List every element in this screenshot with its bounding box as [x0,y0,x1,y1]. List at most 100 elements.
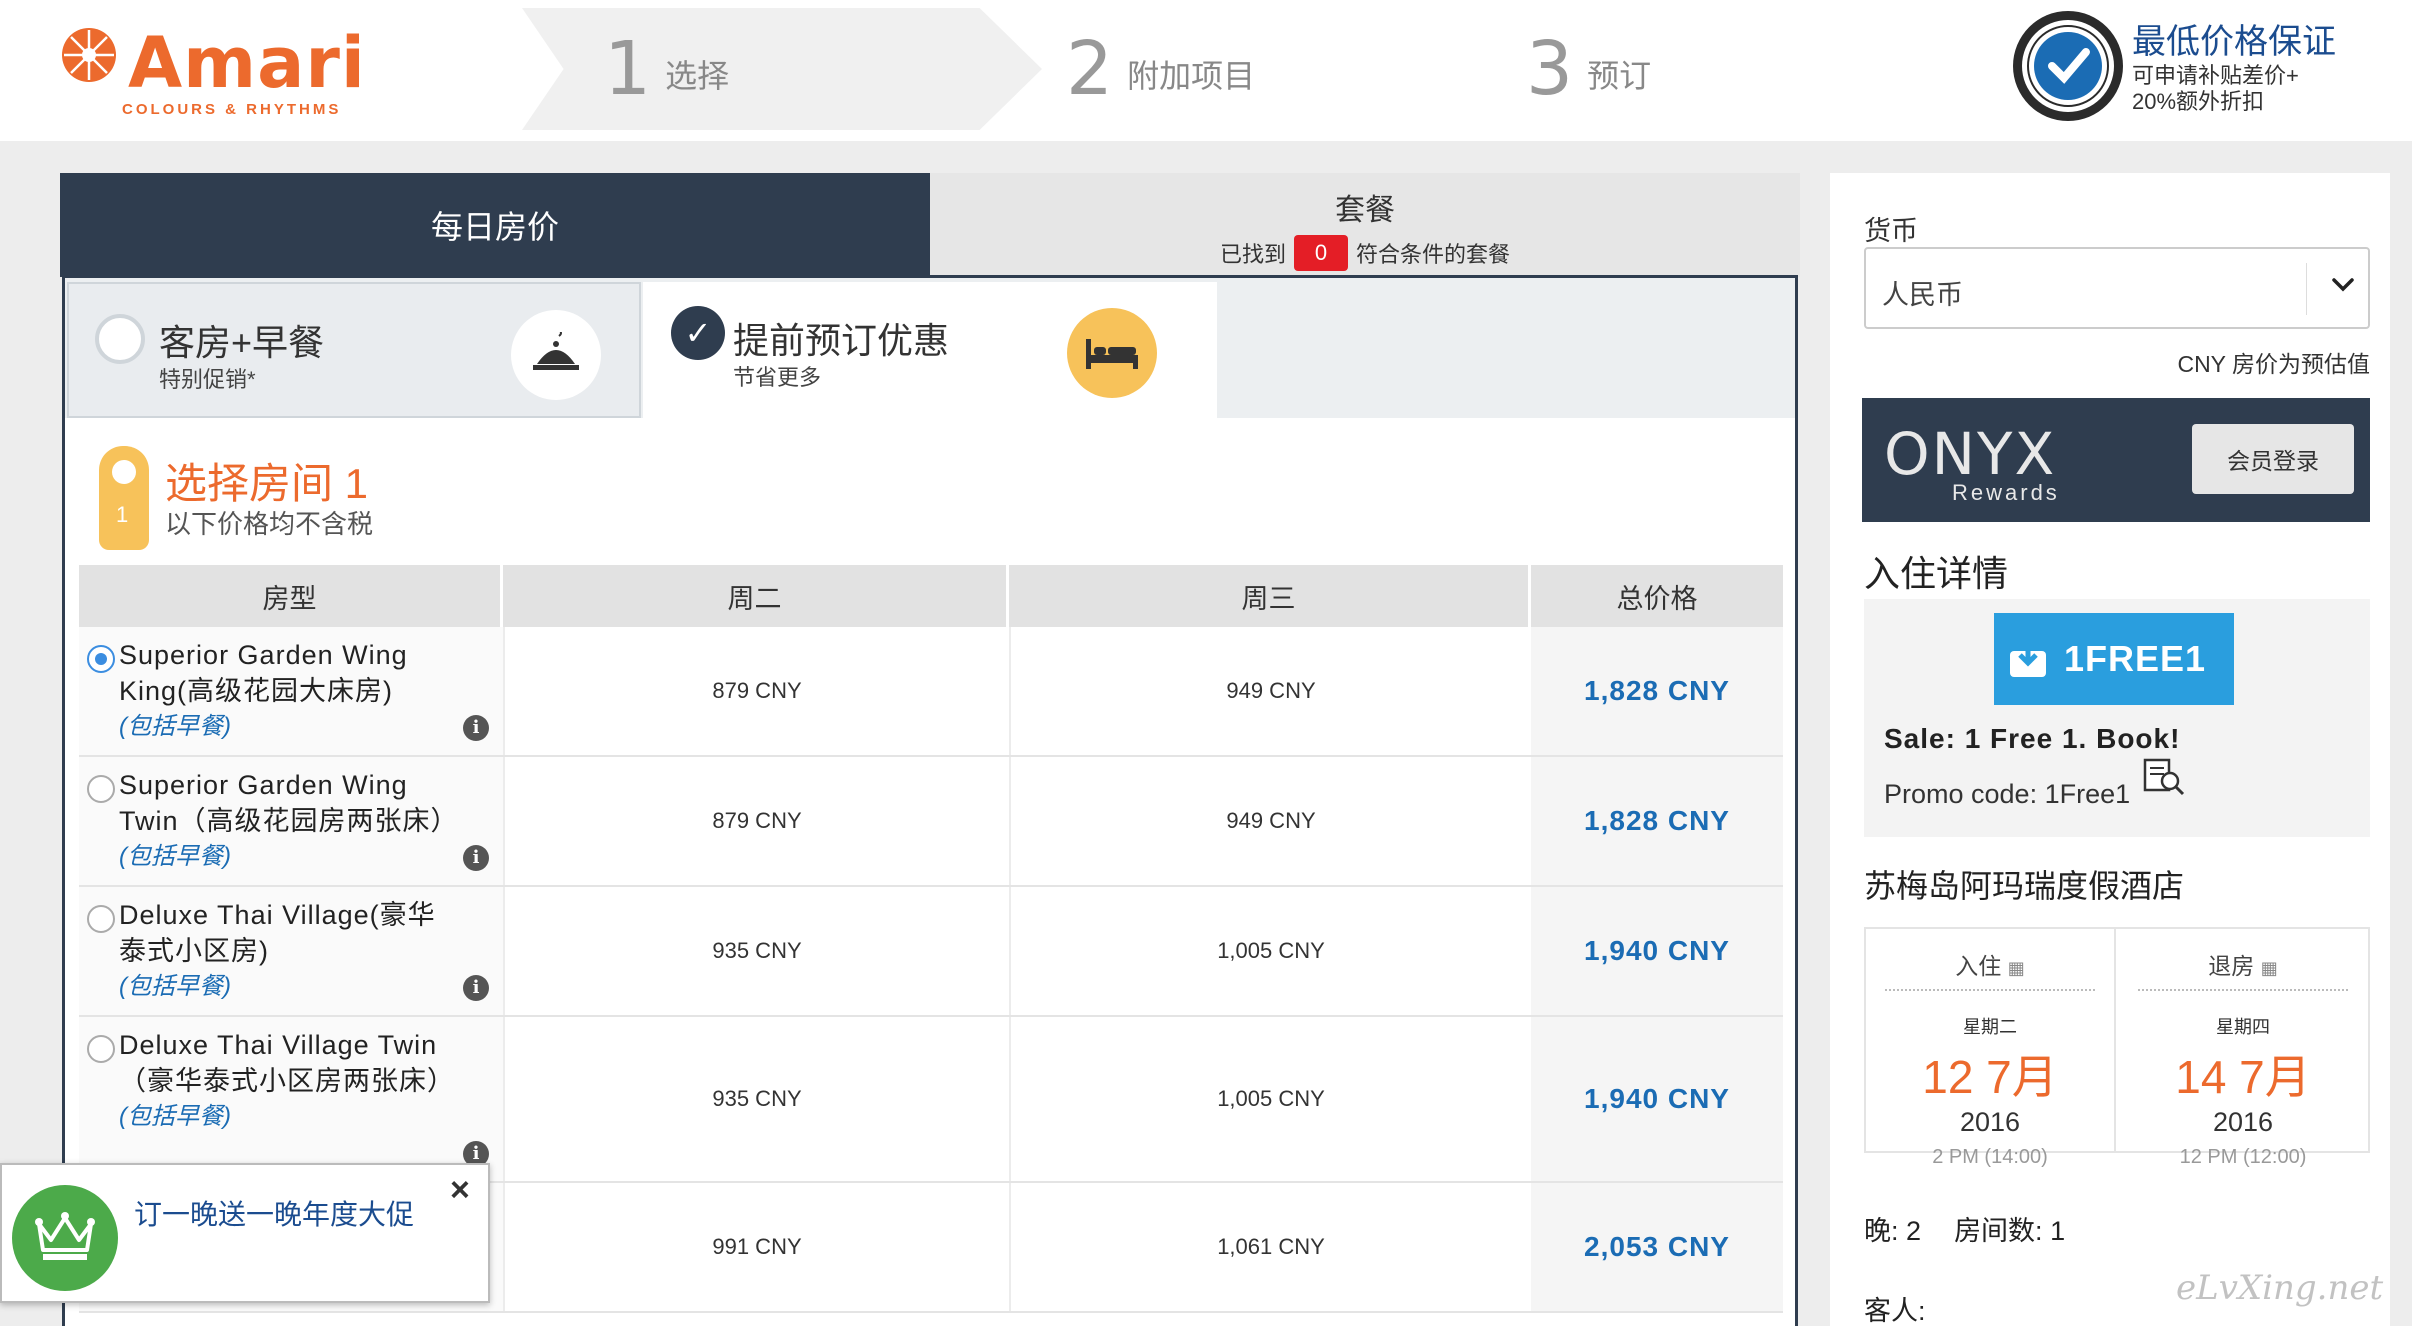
package-found-suffix: 符合条件的套餐 [1356,242,1511,267]
price-total[interactable]: 2,053 CNY [1531,1183,1783,1311]
hotel-name: 苏梅岛阿玛瑞度假酒店 [1864,868,2185,904]
table-row[interactable]: Superior Garden Wing Twin（高级花园房两张床） (包括早… [79,757,1783,887]
onyx-logo: ONYX [1884,420,2057,488]
best-rates-guaranteed-seal-icon [2013,11,2123,121]
price-tuesday: 879 CNY [503,627,1009,755]
guests-label: 客人: [1864,1296,1926,1326]
room-tag-number: 1 [116,502,129,527]
price-wednesday: 949 CNY [1009,757,1531,885]
info-icon[interactable]: i [463,845,489,871]
select-room-heading: 1 选择房间 1 以下价格均不含税 [99,438,699,558]
price-wednesday: 1,005 CNY [1009,887,1531,1015]
checkout-label: 退房 ▦ [2138,947,2348,991]
free-night-banner[interactable]: 1FREE1 [1994,613,2234,705]
rate-option-subtitle: 节省更多 [733,365,822,390]
promo-code-box: 1FREE1 Sale: 1 Free 1. Book! Promo code:… [1864,599,2370,837]
member-login-button[interactable]: 会员登录 [2192,424,2354,494]
room-name-text: Deluxe Thai Village(豪华泰式小区房) [119,900,436,966]
checkin-time: 2 PM (14:00) [1932,1146,2048,1168]
stay-details-title: 入住详情 [1864,553,2009,594]
price-total[interactable]: 1,828 CNY [1531,627,1783,755]
checkmark-icon: ✓ [671,306,725,360]
currency-value: 人民币 [1882,280,1963,310]
room-radio[interactable] [87,775,115,803]
best-rate-guarantee[interactable]: 最低价格保证 可申请补贴差价+ 20%额外折扣 [2006,8,2386,128]
column-header-total: 总价格 [1616,583,1698,614]
room-tag-icon: 1 [99,446,149,550]
room-name-text: Superior Garden Wing King(高级花园大床房) [119,640,408,706]
currency-note: CNY 房价为预估值 [2177,351,2370,377]
room-name: Superior Garden Wing Twin（高级花园房两张床） (包括早… [119,767,459,875]
meal-note: (包括早餐) [119,973,231,1000]
table-row[interactable]: Superior Garden Wing King(高级花园大床房) (包括早餐… [79,627,1783,757]
tab-packages-title: 套餐 [1335,194,1395,227]
currency-select[interactable]: 人民币 [1864,247,2370,329]
table-row[interactable]: Deluxe Thai Village(豪华泰式小区房) (包括早餐) i 93… [79,887,1783,1017]
download-gift-icon [2010,641,2046,677]
price-tuesday: 935 CNY [503,887,1009,1015]
rate-option-tabs: 客房+早餐 特别促销* ✓ 提前预订优惠 节省更多 [65,278,1795,418]
checkout-year: 2016 [2212,1107,2274,1137]
document-search-icon[interactable] [2142,757,2186,797]
onyx-rewards-label: Rewards [1952,480,2060,505]
checkout-day: 14 7月 [2175,1051,2311,1103]
rooms-count: 房间数: 1 [1954,1216,2066,1246]
step-label: 预订 [1587,58,1652,94]
free-banner-text: 1FREE1 [2064,638,2207,679]
price-total[interactable]: 1,940 CNY [1531,887,1783,1015]
amari-logo[interactable]: Amari COLOURS & RHYTHMS [58,18,378,123]
checkout-weekday: 星期四 [2216,1017,2270,1037]
crown-icon [12,1185,118,1291]
promo-code-text: Promo code: 1Free1 [1884,779,2131,809]
rate-type-tabs: 每日房价 套餐 已找到 0 符合条件的套餐 [60,173,1800,277]
package-count-line: 已找到 0 符合条件的套餐 [930,235,1800,271]
room-cell: Superior Garden Wing Twin（高级花园房两张床） (包括早… [79,757,503,885]
nights-count: 晚: 2 [1864,1216,1922,1246]
close-icon[interactable]: × [450,1171,470,1210]
price-wednesday: 1,005 CNY [1009,1017,1531,1181]
rate-option-room-breakfast[interactable]: 客房+早餐 特别促销* [67,282,641,418]
checkin-day: 12 7月 [1922,1051,2058,1103]
room-radio-selected[interactable] [87,645,115,673]
checkin-date[interactable]: 入住 ▦ 星期二 12 7月 2016 2 PM (14:00) [1866,929,2116,1168]
step-book: 3 预订 [1526,8,1651,130]
promo-popup[interactable]: 订一晚送一晚年度大促 × [0,1163,490,1303]
tab-daily-rates[interactable]: 每日房价 [60,173,930,277]
checkout-date[interactable]: 退房 ▦ 星期四 14 7月 2016 12 PM (12:00) [2118,929,2368,1168]
room-name-text: Deluxe Thai Village Twin（豪华泰式小区房两张床） [119,1030,455,1096]
step-number: 2 [1066,26,1114,112]
tax-note: 以下价格均不含税 [165,509,374,539]
select-divider [2306,263,2307,315]
step-extras: 2 附加项目 [1066,8,1255,130]
currency-label: 货币 [1864,216,1918,246]
price-total[interactable]: 1,940 CNY [1531,1017,1783,1181]
price-total[interactable]: 1,828 CNY [1531,757,1783,885]
room-name: Superior Garden Wing King(高级花园大床房) (包括早餐… [119,637,459,745]
meal-note: (包括早餐) [119,1103,231,1130]
unchecked-circle-icon [95,314,145,364]
guarantee-title: 最低价格保证 [2132,23,2336,61]
brand-tagline: COLOURS & RHYTHMS [122,101,342,118]
promo-message[interactable]: 订一晚送一晚年度大促 [134,1193,414,1233]
step-number: 1 [604,26,652,112]
checkin-label-text: 入住 [1955,953,2002,979]
price-tuesday: 879 CNY [503,757,1009,885]
rate-option-early-booking[interactable]: ✓ 提前预订优惠 节省更多 [643,282,1217,418]
step-select: 1 选择 [604,8,729,130]
stay-summary: 晚: 2 房间数: 1 [1864,1209,2065,1248]
umbrella-logo-icon [62,28,116,82]
calendar-icon: ▦ [2260,958,2278,978]
table-header: 房型 周二 周三 总价格 [79,565,1783,627]
checkout-label-text: 退房 [2208,953,2255,979]
checkout-time: 12 PM (12:00) [2179,1146,2307,1168]
table-row[interactable]: Deluxe Thai Village Twin（豪华泰式小区房两张床） (包括… [79,1017,1783,1183]
info-icon[interactable]: i [463,715,489,741]
tab-packages[interactable]: 套餐 已找到 0 符合条件的套餐 [930,173,1800,277]
bed-icon [1067,308,1157,398]
column-header-wednesday: 周三 [1009,565,1531,627]
room-radio[interactable] [87,905,115,933]
room-radio[interactable] [87,1035,115,1063]
package-count-badge: 0 [1294,235,1348,271]
info-icon[interactable]: i [463,975,489,1001]
checkin-label: 入住 ▦ [1885,947,2095,991]
